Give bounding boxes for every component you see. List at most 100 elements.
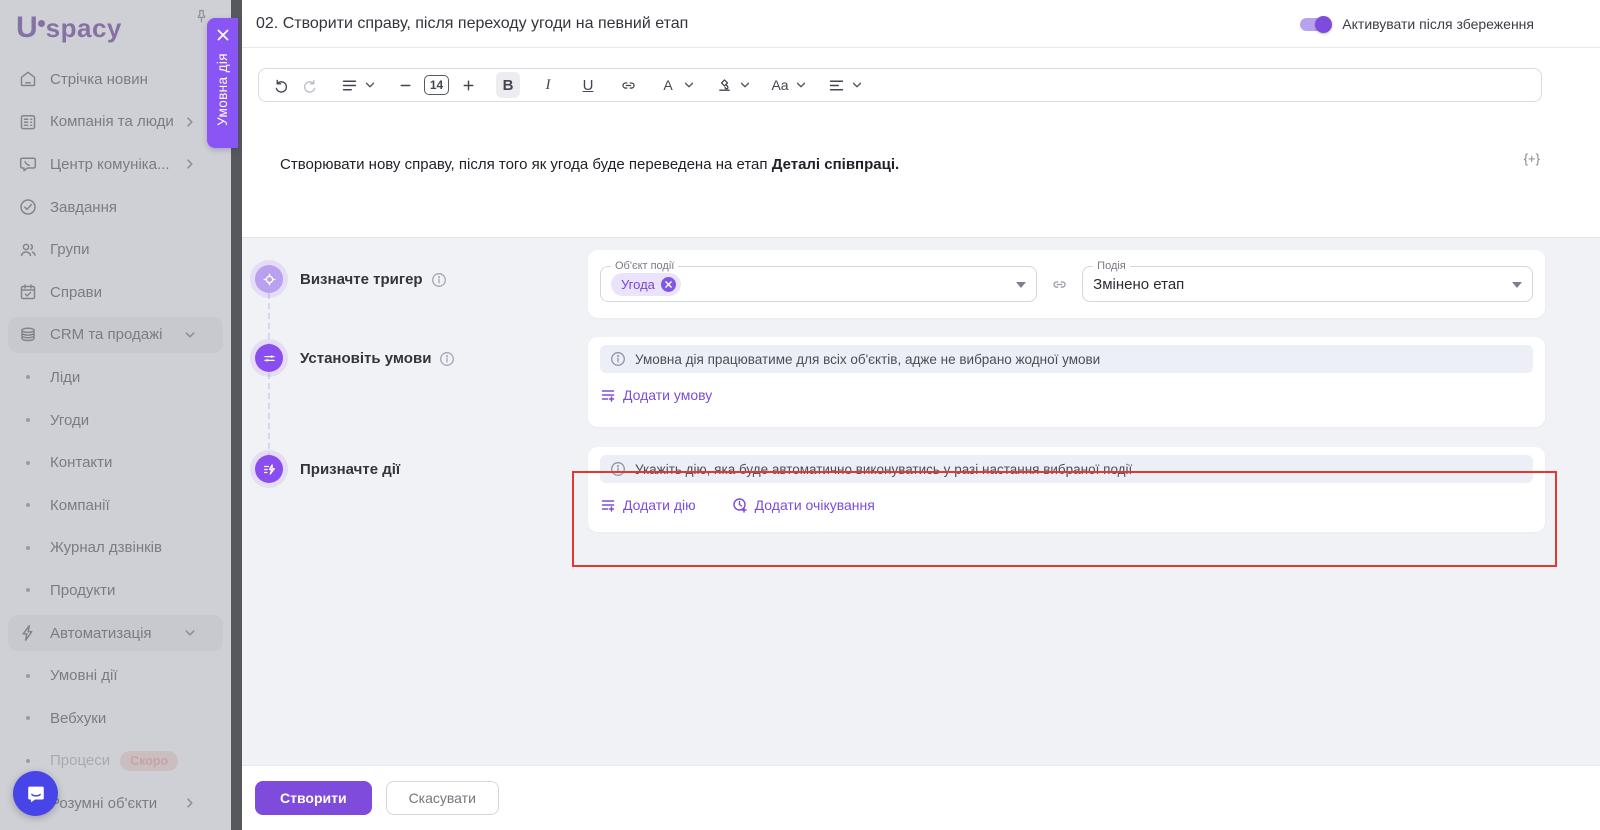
redo-button[interactable]: [297, 72, 321, 98]
line-spacing-button[interactable]: [337, 72, 361, 98]
chevron-down-icon[interactable]: [182, 327, 198, 343]
sidebar-item-label: Процеси: [50, 752, 110, 769]
sidebar-item[interactable]: Компанія та люди: [0, 101, 231, 144]
conditions-info-banner: Умовна дія працюватиме для всіх об'єктів…: [600, 345, 1533, 373]
sidebar: U spacy Стрічка новин Компанія та люди Ц…: [0, 0, 231, 830]
sidebar-item-label: Умовні дії: [50, 667, 118, 684]
chevron-down-icon[interactable]: [850, 78, 864, 92]
info-icon: [610, 351, 626, 367]
editor-toolbar: 14 B I U A Aa: [258, 68, 1542, 102]
text-case-button[interactable]: Aa: [768, 72, 792, 98]
chevron-right-icon[interactable]: [182, 156, 198, 172]
chevron-down-icon: [1512, 282, 1522, 288]
font-size-decrease-button[interactable]: [393, 72, 417, 98]
conditions-step-icon: [255, 344, 283, 372]
create-button[interactable]: Створити: [255, 781, 372, 815]
insert-link-button[interactable]: [616, 72, 640, 98]
logo-u-mark: U: [16, 11, 37, 45]
logo-text: spacy: [46, 13, 122, 44]
sidebar-item[interactable]: Групи: [0, 228, 231, 271]
sidebar-item-label: Контакти: [50, 454, 112, 471]
sidebar-item-label: Компанія та люди: [50, 113, 174, 130]
steps-connector: [268, 283, 270, 469]
drawer-header: 02. Створити справу, після переходу угод…: [242, 0, 1600, 48]
underline-button[interactable]: U: [576, 72, 600, 98]
sidebar-item[interactable]: Автоматизація: [0, 612, 231, 655]
event-value: Змінено етап: [1093, 276, 1184, 293]
building-icon: [18, 112, 38, 132]
chip-remove-icon[interactable]: [661, 277, 676, 292]
description-editor[interactable]: 14 B I U A Aa: [242, 48, 1600, 238]
insert-variable-button[interactable]: {+}: [1524, 151, 1540, 166]
drawer-footer: Створити Скасувати: [242, 766, 1600, 830]
actions-card: Укажіть дію, яка буде автоматично викону…: [588, 447, 1545, 532]
add-wait-button[interactable]: Додати очікування: [732, 497, 875, 513]
sidebar-item-label: Автоматизація: [50, 625, 152, 642]
chevron-down-icon[interactable]: [738, 78, 752, 92]
sidebar-item-label: Групи: [50, 241, 89, 258]
actions-step-label: Призначте дії: [300, 461, 400, 478]
sidebar-item[interactable]: Угоди: [0, 399, 231, 442]
sidebar-item[interactable]: Журнал дзвінків: [0, 527, 231, 570]
sidebar-item-label: Центр комуніка...: [50, 156, 170, 173]
bullet-icon: [26, 546, 30, 550]
activate-toggle[interactable]: [1300, 18, 1330, 31]
chevron-right-icon[interactable]: [182, 114, 198, 130]
sidebar-item[interactable]: Контакти: [0, 441, 231, 484]
chevron-right-icon[interactable]: [182, 795, 198, 811]
trigger-card: Об'єкт події Угода Подія Змінено етап: [588, 250, 1545, 318]
sidebar-item-bg: [8, 487, 223, 524]
chevron-down-icon[interactable]: [682, 78, 696, 92]
undo-button[interactable]: [269, 72, 293, 98]
event-object-label: Об'єкт події: [611, 260, 678, 272]
info-icon[interactable]: [439, 351, 455, 367]
sidebar-item-label: Компанії: [50, 497, 110, 514]
event-object-select[interactable]: Об'єкт події Угода: [600, 266, 1037, 302]
info-icon: [610, 461, 626, 477]
info-icon[interactable]: [431, 272, 447, 288]
sidebar-item[interactable]: Справи: [0, 271, 231, 314]
sidebar-item-label: Вебхуки: [50, 710, 106, 727]
chevron-down-icon[interactable]: [363, 78, 377, 92]
add-action-button[interactable]: Додати дію: [600, 497, 696, 513]
chat-icon: [18, 154, 38, 174]
calendar-icon: [18, 282, 38, 302]
actions-info-banner: Укажіть дію, яка буде автоматично викону…: [600, 455, 1533, 483]
sidebar-item[interactable]: Вебхуки: [0, 697, 231, 740]
cancel-button[interactable]: Скасувати: [386, 781, 499, 815]
add-condition-button[interactable]: Додати умову: [600, 387, 712, 403]
font-size-value[interactable]: 14: [421, 72, 452, 98]
sidebar-item[interactable]: Ліди: [0, 356, 231, 399]
toggle-knob: [1315, 16, 1332, 33]
description-text[interactable]: Створювати нову справу, після того як уг…: [280, 156, 899, 173]
sidebar-item[interactable]: Центр комуніка...: [0, 143, 231, 186]
text-color-button[interactable]: A: [656, 72, 680, 98]
sidebar-item[interactable]: Компанії: [0, 484, 231, 527]
chevron-down-icon: [1016, 282, 1026, 288]
sidebar-item[interactable]: Продукти: [0, 569, 231, 612]
chevron-down-icon[interactable]: [182, 625, 198, 641]
sidebar-item-label: Розумні об'єкти: [50, 795, 157, 812]
align-button[interactable]: [824, 72, 848, 98]
bold-button[interactable]: B: [496, 72, 520, 98]
drawer-tab-conditional-action[interactable]: Умовна дія: [207, 18, 238, 148]
highlight-color-button[interactable]: [712, 72, 736, 98]
sidebar-item-label: Продукти: [50, 582, 115, 599]
page-title: 02. Створити справу, після переходу угод…: [256, 15, 688, 33]
sidebar-item-bg: [8, 402, 223, 439]
sidebar-item-label: Журнал дзвінків: [50, 539, 162, 556]
sidebar-item[interactable]: Завдання: [0, 186, 231, 229]
sidebar-item[interactable]: Умовні дії: [0, 654, 231, 697]
sidebar-item-label: CRM та продажі: [50, 326, 162, 343]
bullet-icon: [26, 759, 30, 763]
sidebar-item[interactable]: Стрічка новин: [0, 58, 231, 101]
actions-step-icon: [255, 455, 283, 483]
font-size-increase-button[interactable]: [456, 72, 480, 98]
sidebar-item[interactable]: CRM та продажі: [0, 314, 231, 357]
close-icon[interactable]: [215, 27, 231, 43]
chevron-down-icon[interactable]: [794, 78, 808, 92]
italic-button[interactable]: I: [536, 72, 560, 98]
event-select[interactable]: Подія Змінено етап: [1082, 266, 1533, 302]
sidebar-menu: Стрічка новин Компанія та люди Центр ком…: [0, 58, 231, 825]
chat-widget-button[interactable]: [13, 771, 58, 816]
